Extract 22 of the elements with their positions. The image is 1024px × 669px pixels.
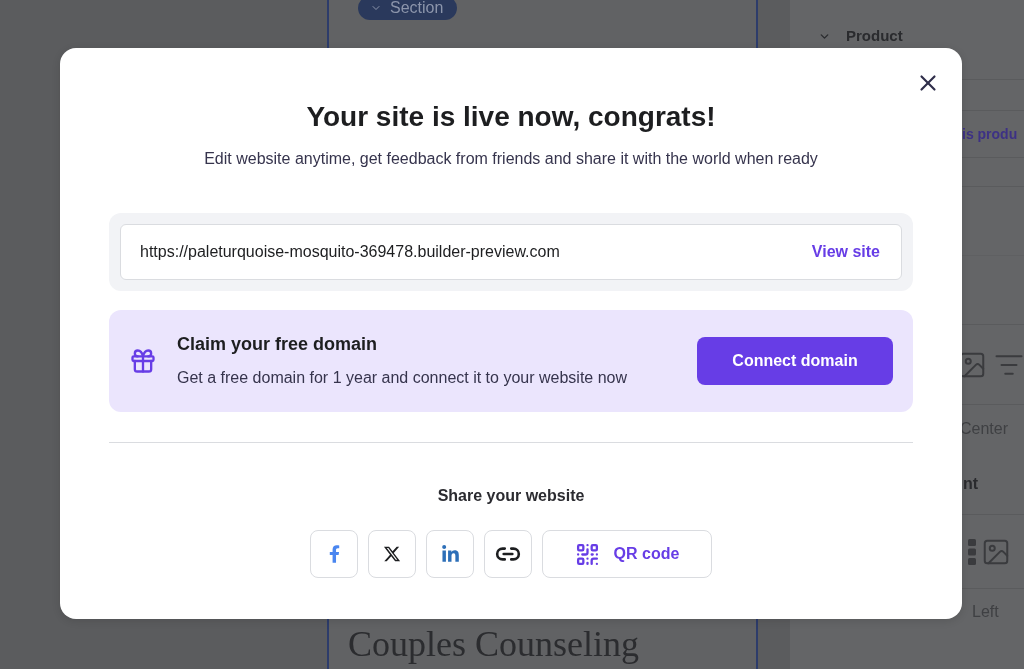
url-field[interactable]: https://paleturquoise-mosquito-369478.builder-preview.com View site — [120, 224, 902, 280]
dialog-subtitle: Edit website anytime, get feedback from friends and share it with the world when ready — [204, 149, 818, 169]
facebook-icon — [328, 544, 340, 564]
x-share-button[interactable] — [368, 530, 416, 578]
linkedin-share-button[interactable] — [426, 530, 474, 578]
copy-link-button[interactable] — [484, 530, 532, 578]
group-title: Product — [846, 28, 903, 44]
offer-title: Claim your free domain — [177, 333, 379, 356]
linkedin-icon — [440, 544, 460, 564]
qr-code-icon — [574, 541, 600, 567]
dialog-title: Your site is live now, congrats! — [306, 100, 716, 134]
view-site-link[interactable]: View site — [811, 240, 880, 264]
gift-icon — [129, 347, 157, 375]
facebook-share-button[interactable] — [310, 530, 358, 578]
offer-description: Get a free domain for 1 year and connect it to your website now — [177, 368, 629, 388]
drag-handle-icon[interactable] — [968, 538, 976, 565]
section-tag[interactable]: Section — [358, 0, 457, 20]
x-logo-icon — [383, 545, 401, 563]
section-title: nt — [963, 473, 979, 494]
qr-code-button[interactable]: QR code — [542, 530, 712, 578]
connect-domain-button[interactable]: Connect domain — [697, 337, 893, 385]
share-title: Share your website — [437, 486, 585, 506]
